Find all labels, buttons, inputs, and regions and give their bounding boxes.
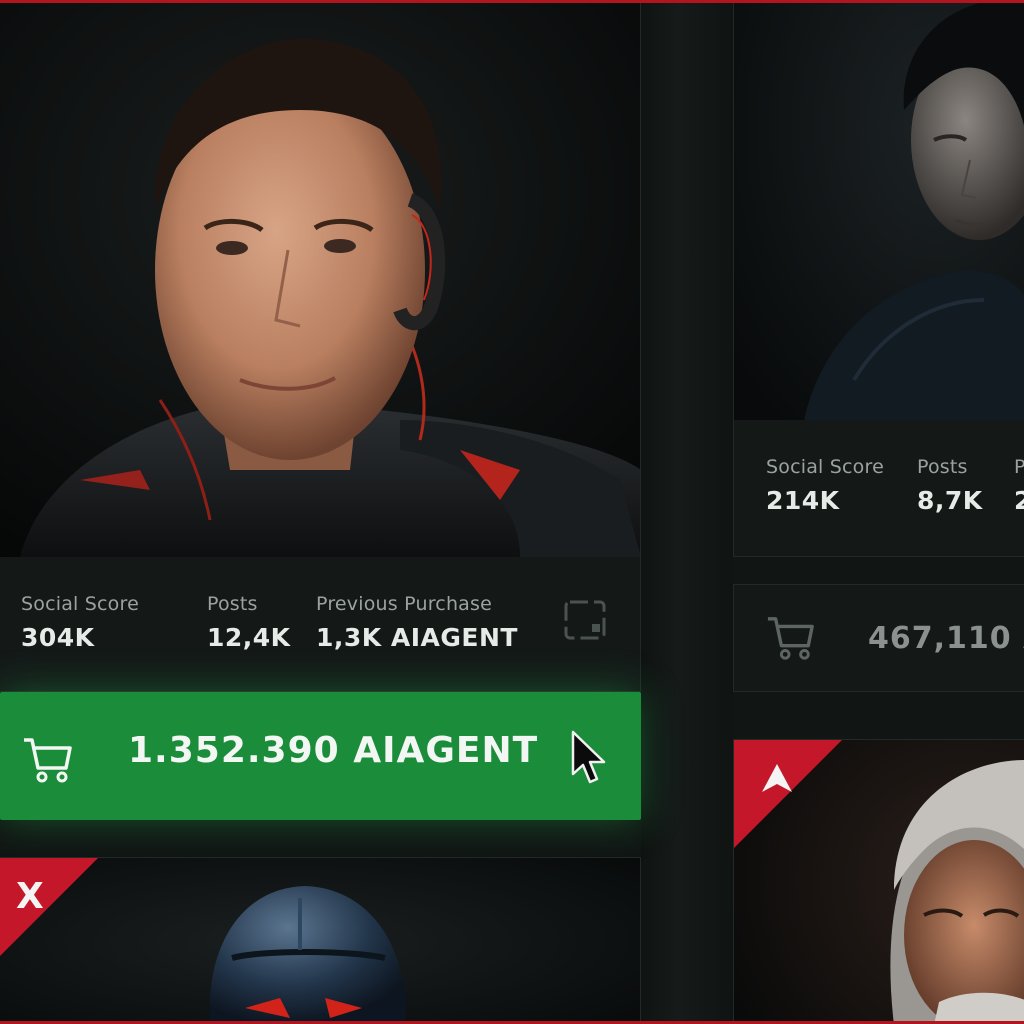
- stat-previous-purchase: Previous Purchase 1,3K AIAGENT: [316, 593, 518, 652]
- stat-social-score: Social Score 214K: [766, 456, 884, 515]
- stat-value: 12,4K: [207, 623, 291, 652]
- column-gutter: [641, 0, 733, 1024]
- stat-posts: Posts 12,4K: [207, 593, 291, 652]
- agent-card-2[interactable]: Social Score 214K Posts 8,7K P 2: [733, 0, 1024, 557]
- marketplace-screen: Social Score 304K Posts 12,4K Previous P…: [0, 0, 1024, 1024]
- stat-value: 1,3K AIAGENT: [316, 623, 518, 652]
- agent-portrait-dark-man: [734, 0, 1024, 420]
- stat-social-score: Social Score 304K: [21, 593, 139, 652]
- cart-icon: [22, 734, 74, 786]
- stat-value: 2: [1014, 486, 1024, 515]
- agent-card-3[interactable]: X: [0, 857, 641, 1024]
- stat-posts: Posts 8,7K: [917, 456, 983, 515]
- agent-portrait-cyborg-man: [0, 0, 640, 557]
- badge-logo-icon: [760, 762, 794, 796]
- badge-x-icon: X: [16, 876, 44, 917]
- buy-button-label: 1.352.390 AIAGENT: [128, 730, 539, 771]
- agent-stats-2: Social Score 214K Posts 8,7K P 2: [766, 456, 1024, 526]
- cart-icon: [766, 613, 816, 663]
- agent-stats-1: Social Score 304K Posts 12,4K Previous P…: [21, 593, 621, 663]
- corner-badge: [0, 858, 98, 956]
- stat-label: Social Score: [21, 593, 139, 615]
- stat-label: Social Score: [766, 456, 884, 478]
- stat-label: Posts: [207, 593, 258, 615]
- price-label: 467,110 AI: [868, 621, 1024, 656]
- stat-value: 214K: [766, 486, 840, 515]
- buy-button[interactable]: 1.352.390 AIAGENT: [0, 692, 641, 820]
- agent-card-1[interactable]: Social Score 304K Posts 12,4K Previous P…: [0, 0, 641, 692]
- price-bar[interactable]: 467,110 AI: [733, 584, 1024, 692]
- stat-label: Posts: [917, 456, 968, 478]
- stat-value: 8,7K: [917, 486, 983, 515]
- stat-label: P: [1014, 456, 1024, 478]
- stat-value: 304K: [21, 623, 95, 652]
- mouse-cursor-icon: [570, 730, 610, 788]
- expand-icon[interactable]: [562, 598, 610, 642]
- agent-card-4[interactable]: [733, 739, 1024, 1024]
- stat-previous-purchase: P 2: [1014, 456, 1024, 515]
- stat-label: Previous Purchase: [316, 593, 493, 615]
